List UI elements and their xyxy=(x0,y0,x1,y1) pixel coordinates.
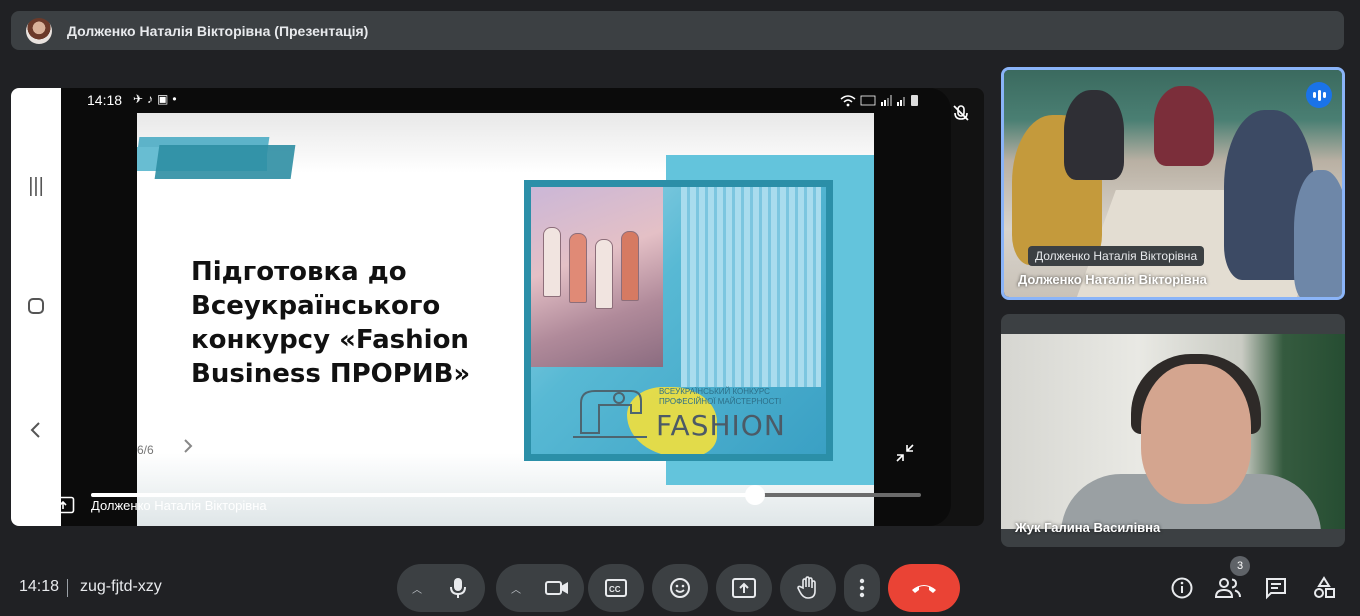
next-slide-button[interactable] xyxy=(181,438,195,459)
video-person-face xyxy=(1141,364,1251,504)
meet-window: Долженко Наталія Вікторівна (Презентація… xyxy=(0,0,1360,616)
people-button[interactable] xyxy=(1214,574,1242,602)
mannequin-shape xyxy=(543,227,561,297)
progress-fill xyxy=(91,493,755,497)
presentation-slide: Підготовка до Всеукраїнського конкурсу «… xyxy=(137,113,874,526)
microphone-button[interactable] xyxy=(434,564,482,612)
video-options-chevron-icon[interactable]: ︿ xyxy=(499,581,533,596)
participant-video xyxy=(1001,334,1345,529)
participant-tile[interactable]: Жук Галина Василівна xyxy=(1001,314,1345,547)
presenter-muted-icon xyxy=(951,103,971,123)
people-icon xyxy=(1215,578,1241,598)
mannequins-photo xyxy=(531,187,663,367)
participant-tile[interactable]: Долженко Наталія Вікторівна Долженко Нат… xyxy=(1001,67,1345,300)
hang-up-icon xyxy=(912,585,936,593)
presenter-title: Долженко Наталія Вікторівна (Презентація… xyxy=(67,22,369,39)
video-person xyxy=(1154,86,1214,166)
presentation-stage[interactable]: ||| 14:18 ✈♪▣• Підготовка до Всеукраїнсь… xyxy=(11,88,984,526)
video-person xyxy=(1064,90,1124,180)
audio-options-chevron-icon[interactable]: ︿ xyxy=(400,581,434,596)
divider xyxy=(67,579,68,597)
slide-page-indicator: 6/6 xyxy=(137,443,154,457)
stage-presenter-name: Долженко Наталія Вікторівна xyxy=(91,498,267,513)
phone-navigation-bar: ||| xyxy=(11,88,61,526)
notification-icons: ✈♪▣• xyxy=(133,92,181,106)
progress-knob[interactable] xyxy=(745,485,765,505)
slide-image-caption: ВСЕУКРАЇНСЬКИЙ КОНКУРС ПРОФЕСІЙНОЇ МАЙСТ… xyxy=(659,387,782,406)
emoji-reactions-button[interactable] xyxy=(652,564,708,612)
presenter-avatar xyxy=(26,17,52,44)
pin-icon[interactable] xyxy=(23,496,39,514)
present-now-button[interactable] xyxy=(716,564,772,612)
raise-hand-button[interactable] xyxy=(780,564,836,612)
participants-count-badge: 3 xyxy=(1230,556,1250,576)
leave-call-button[interactable] xyxy=(888,564,960,612)
sewing-machine-icon xyxy=(573,390,647,438)
signal-battery-icon xyxy=(839,93,923,110)
emoji-icon xyxy=(670,578,690,598)
phone-time: 14:18 xyxy=(87,92,123,108)
raise-hand-icon xyxy=(797,576,816,599)
present-screen-icon xyxy=(732,578,756,598)
slide-title: Підготовка до Всеукраїнського конкурсу «… xyxy=(191,257,471,389)
participant-name: Жук Галина Василівна xyxy=(1015,520,1161,535)
microphone-control: ︿ xyxy=(397,564,485,612)
participant-name: Долженко Наталія Вікторівна xyxy=(1018,272,1207,287)
camera-control: ︿ xyxy=(496,564,584,612)
video-person xyxy=(1294,170,1342,297)
meeting-code: zug-fjtd-xzy xyxy=(80,578,162,595)
meeting-details-button[interactable] xyxy=(1168,574,1196,602)
captions-icon: CC xyxy=(605,579,627,597)
presentation-icon xyxy=(51,496,75,514)
activities-button[interactable] xyxy=(1310,574,1338,602)
slide-decor-stripe xyxy=(154,145,296,179)
captions-button[interactable]: CC xyxy=(588,564,644,612)
microphone-icon xyxy=(450,578,466,598)
meeting-clock: 14:18 xyxy=(19,578,60,595)
activities-icon xyxy=(1314,576,1335,598)
door-graphic xyxy=(681,187,821,387)
chat-button[interactable] xyxy=(1262,574,1290,602)
presenter-bar: Долженко Наталія Вікторівна (Презентація… xyxy=(11,11,1344,50)
speaking-indicator-icon xyxy=(1306,82,1332,108)
mannequin-shape xyxy=(569,233,587,303)
back-icon xyxy=(24,420,48,444)
shared-phone-screen: 14:18 ✈♪▣• Підготовка до Всеукраїнського… xyxy=(61,88,951,526)
phone-status-bar: 14:18 ✈♪▣• xyxy=(61,88,951,112)
recent-apps-icon: ||| xyxy=(28,175,44,197)
info-icon xyxy=(1171,577,1193,599)
mannequin-shape xyxy=(621,231,639,301)
presentation-progress-slider[interactable] xyxy=(91,485,921,505)
camera-button[interactable] xyxy=(533,564,581,612)
chat-icon xyxy=(1266,578,1286,600)
svg-text:CC: CC xyxy=(609,585,621,594)
more-options-button[interactable] xyxy=(844,564,880,612)
slide-image: ВСЕУКРАЇНСЬКИЙ КОНКУРС ПРОФЕСІЙНОЇ МАЙСТ… xyxy=(524,180,833,461)
home-icon xyxy=(24,296,48,320)
more-vert-icon xyxy=(859,578,865,598)
call-controls-bar: 14:18 zug-fjtd-xzy ︿ ︿ CC 3 xyxy=(0,556,1360,616)
slide-image-word: FASHION xyxy=(656,409,786,442)
mannequin-shape xyxy=(595,239,613,309)
exit-fullscreen-icon[interactable] xyxy=(895,443,915,468)
name-tooltip: Долженко Наталія Вікторівна xyxy=(1028,246,1205,266)
camera-icon xyxy=(545,581,568,595)
